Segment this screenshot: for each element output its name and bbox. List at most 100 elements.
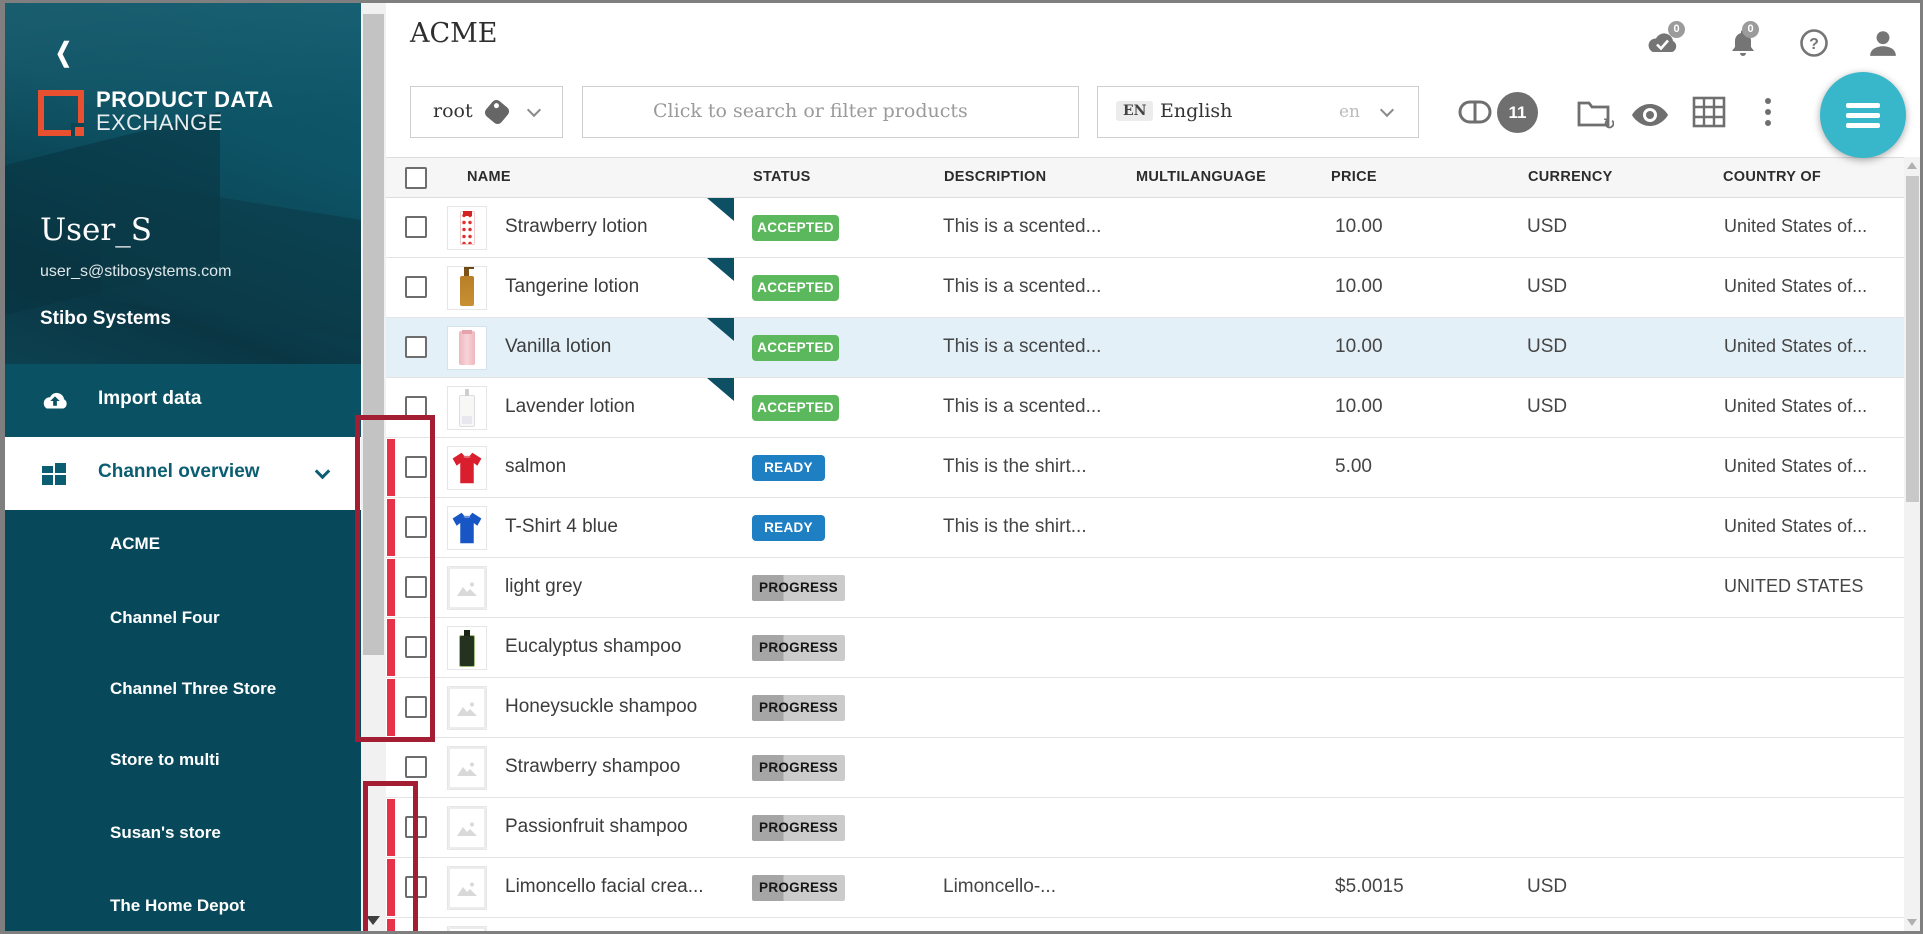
context-selector-value: root — [433, 100, 473, 122]
sidebar-channel-channel-four[interactable]: Channel Four — [110, 608, 340, 634]
menu-fab-button[interactable] — [1820, 72, 1906, 158]
app-window: ❮ PRODUCT DATA EXCHANGE User_S user_s@st… — [0, 0, 1923, 934]
status-badge: PROGRESS — [752, 695, 845, 721]
hierarchy-context-selector[interactable]: root — [410, 86, 563, 138]
row-checkbox[interactable] — [405, 336, 427, 358]
product-thumbnail — [447, 326, 487, 370]
chevron-down-icon — [527, 103, 541, 117]
corner-flag-icon — [707, 198, 734, 221]
product-name: Limoncello facial crea... — [505, 876, 704, 898]
table-row-t-shirt-4-blue[interactable]: T-Shirt 4 blueREADYThis is the shirt...U… — [386, 498, 1904, 558]
row-checkbox[interactable] — [405, 276, 427, 298]
column-header-description[interactable]: DESCRIPTION — [944, 169, 1046, 185]
table-row-limoncello-facial-crea[interactable]: Limoncello facial crea...PROGRESSLimonce… — [386, 858, 1904, 918]
status-badge: PROGRESS — [752, 815, 845, 841]
table-scrollbar[interactable] — [1904, 157, 1921, 931]
product-description: This is a scented... — [943, 336, 1101, 358]
product-thumbnail — [447, 206, 487, 250]
search-placeholder: Click to search or filter products — [653, 100, 968, 122]
product-thumbnail — [447, 266, 487, 310]
table-row-lavender-lotion[interactable]: Lavender lotionACCEPTEDThis is a scented… — [386, 378, 1904, 438]
column-header-multilanguage[interactable]: MULTILANGUAGE — [1136, 169, 1266, 185]
sidebar-channel-store-to-multi[interactable]: Store to multi — [110, 750, 340, 776]
product-name: Eucalyptus shampoo — [505, 636, 681, 658]
person-icon[interactable] — [1866, 28, 1900, 58]
table-row-salmon[interactable]: salmonREADYThis is the shirt...5.00Unite… — [386, 438, 1904, 498]
product-thumbnail — [447, 806, 487, 850]
product-description: Limoncello-... — [943, 876, 1056, 898]
scrollbar-down-arrow-icon[interactable] — [1907, 919, 1917, 926]
product-thumbnail — [447, 386, 487, 430]
product-name: Vanilla lotion — [505, 336, 611, 358]
select-all-checkbox[interactable] — [405, 167, 427, 189]
product-thumbnail — [447, 626, 487, 670]
sidebar-channel-susan-s-store[interactable]: Susan's store — [110, 823, 340, 849]
status-badge: PROGRESS — [752, 755, 845, 781]
product-photo — [459, 635, 475, 667]
sidebar-item-import-data[interactable]: Import data — [0, 364, 361, 437]
help-icon[interactable]: ? — [1797, 28, 1831, 58]
checkbox-annotation-box-1 — [355, 415, 435, 742]
product-thumbnail — [447, 506, 487, 550]
sidebar-channel-acme[interactable]: ACME — [110, 534, 340, 560]
sidebar-channel-the-home-depot[interactable]: The Home Depot — [110, 896, 340, 922]
kebab-menu-icon[interactable] — [1762, 96, 1774, 130]
product-currency: USD — [1527, 876, 1567, 898]
table-row-honeysuckle-shampoo[interactable]: Honeysuckle shampoo PROGRESS — [386, 678, 1904, 738]
table-row-light-grey[interactable]: light greyPROGRESSUNITED STATES — [386, 558, 1904, 618]
language-selector[interactable]: EN English en — [1097, 86, 1419, 138]
row-checkbox[interactable] — [405, 216, 427, 238]
product-name: Strawberry shampoo — [505, 756, 680, 778]
product-currency: USD — [1527, 336, 1567, 358]
sidebar-item-label: Channel overview — [98, 461, 260, 483]
user-name: User_S — [40, 212, 152, 248]
scrollbar-thumb[interactable] — [1906, 176, 1919, 502]
image-placeholder-icon — [448, 567, 486, 609]
status-badge: ACCEPTED — [752, 215, 839, 241]
sidebar-item-channel-overview[interactable]: Channel overview — [0, 437, 361, 510]
sidebar-channel-channel-three-store[interactable]: Channel Three Store — [110, 679, 340, 705]
table-row-vanilla-lotion[interactable]: Vanilla lotion ACCEPTED This is a scented.… — [386, 318, 1904, 378]
column-header-price[interactable]: PRICE — [1331, 169, 1377, 185]
product-price: 10.00 — [1335, 216, 1383, 238]
table-row-passionfruit-shampoo[interactable]: Passionfruit shampooPROGRESS — [386, 798, 1904, 858]
product-photo — [459, 395, 475, 427]
product-country: United States of... — [1724, 216, 1867, 237]
product-price: 10.00 — [1335, 396, 1383, 418]
row-checkbox[interactable] — [405, 756, 427, 778]
language-short-code: en — [1339, 102, 1360, 122]
product-price: 10.00 — [1335, 336, 1383, 358]
product-name: Honeysuckle shampoo — [505, 696, 697, 718]
folder-sync-icon[interactable]: ↻ — [1576, 96, 1614, 130]
mapped-count-badge[interactable]: 11 — [1497, 92, 1538, 133]
table-row-tangerine-lotion[interactable]: Tangerine lotionACCEPTEDThis is a scente… — [386, 258, 1904, 318]
table-row-eucalyptus-shampoo[interactable]: Eucalyptus shampoo PROGRESS — [386, 618, 1904, 678]
status-badge: PROGRESS — [752, 635, 845, 661]
svg-text:↻: ↻ — [1603, 115, 1614, 130]
product-name: Lavender lotion — [505, 396, 635, 418]
product-search-input[interactable]: Click to search or filter products — [582, 86, 1079, 138]
sidebar: ❮ PRODUCT DATA EXCHANGE User_S user_s@st… — [0, 0, 361, 934]
product-description: This is a scented... — [943, 276, 1101, 298]
table-row-strawberry-shampoo[interactable]: Strawberry shampoo PROGRESS — [386, 738, 1904, 798]
status-badge: ACCEPTED — [752, 335, 839, 361]
corner-flag-icon — [707, 318, 734, 341]
scrollbar-up-arrow-icon[interactable] — [1907, 162, 1917, 169]
product-thumbnail — [447, 746, 487, 790]
table-row-strawberry-lotion[interactable]: Strawberry lotionACCEPTEDThis is a scent… — [386, 198, 1904, 258]
column-header-status[interactable]: STATUS — [753, 169, 811, 185]
product-photo — [460, 211, 475, 245]
status-badge: READY — [752, 455, 825, 481]
grid-view-icon[interactable] — [1692, 96, 1726, 128]
product-thumbnail — [447, 686, 487, 730]
column-header-country-of[interactable]: COUNTRY OF — [1723, 169, 1821, 185]
toggle-pill-icon[interactable] — [1458, 100, 1492, 124]
product-country: UNITED STATES — [1724, 576, 1863, 597]
table-row-partial[interactable]: PROGRESS — [386, 918, 1904, 931]
chevron-down-icon — [317, 464, 328, 482]
column-header-currency[interactable]: CURRENCY — [1528, 169, 1613, 185]
column-header-name[interactable]: NAME — [467, 169, 511, 185]
image-placeholder-icon — [448, 687, 486, 729]
collapse-sidebar-icon[interactable]: ❮ — [55, 36, 72, 69]
eye-icon[interactable] — [1630, 102, 1670, 128]
